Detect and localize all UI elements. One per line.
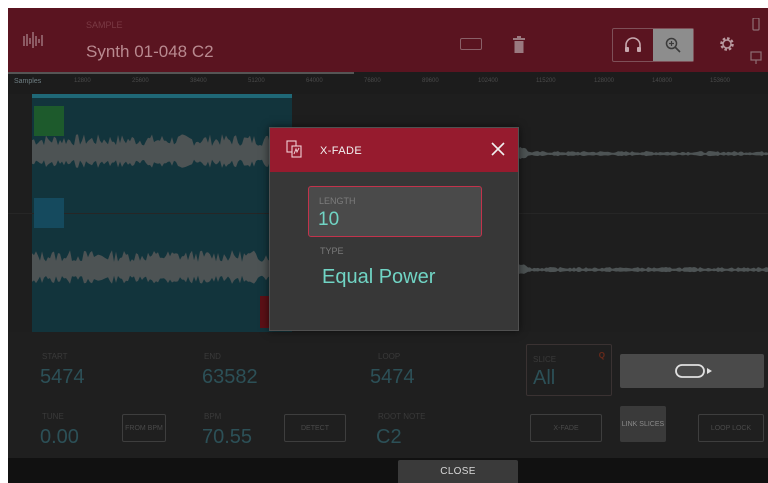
zoom-icon [665, 37, 681, 53]
ruler-tick: 25600 [132, 78, 149, 84]
view-toggle [612, 28, 694, 62]
ruler-tick: 128000 [594, 78, 615, 84]
gear-icon[interactable] [718, 35, 736, 53]
type-value[interactable]: Equal Power [322, 266, 435, 289]
xfade-icon [286, 140, 302, 158]
headphones-icon [625, 37, 641, 52]
length-field[interactable]: LENGTH 10 [308, 186, 482, 237]
ruler-tick: 38400 [190, 78, 207, 84]
waveform-icon [23, 32, 43, 48]
slice-value: All [533, 367, 556, 389]
close-icon[interactable] [490, 141, 506, 157]
ruler-tick: 102400 [478, 78, 499, 84]
ruler-tick: 51200 [248, 78, 265, 84]
top-bar: SAMPLE Synth 01-048 C2 [8, 8, 768, 72]
tune-label: TUNE [42, 412, 64, 421]
loop-value[interactable]: 5474 [370, 366, 415, 389]
sample-edit-screen: SAMPLE Synth 01-048 C2 Samples 12800 256… [8, 8, 768, 483]
end-value[interactable]: 63582 [202, 366, 258, 389]
slice-selector[interactable]: SLICE Q All [526, 344, 612, 396]
ruler-tick: 89600 [422, 78, 439, 84]
sample-name[interactable]: Synth 01-048 C2 [86, 42, 214, 62]
length-label: LENGTH [319, 196, 356, 206]
ruler-tick: 140800 [652, 78, 673, 84]
close-button[interactable]: CLOSE [398, 460, 518, 483]
start-label: START [42, 352, 68, 361]
status-icons [750, 18, 762, 64]
ruler-tick: 12800 [74, 78, 91, 84]
footer-bar: CLOSE [8, 458, 768, 483]
end-label: END [204, 352, 221, 361]
ruler-tick: 153600 [710, 78, 731, 84]
start-value[interactable]: 5474 [40, 366, 85, 389]
root-note-label: ROOT NOTE [378, 412, 426, 421]
bpm-value[interactable]: 70.55 [202, 426, 252, 449]
start-marker[interactable] [34, 106, 64, 136]
loop-marker[interactable] [34, 198, 64, 228]
xfade-dialog: X-FADE LENGTH 10 TYPE Equal Power [269, 127, 519, 331]
sample-section-label: SAMPLE [86, 20, 123, 30]
parameter-panel: START 5474 END 63582 LOOP 5474 SLICE Q A… [8, 332, 768, 458]
from-bpm-button[interactable]: FROM BPM [122, 414, 166, 442]
type-label: TYPE [320, 246, 344, 256]
ruler-tick: 64000 [306, 78, 323, 84]
ruler-unit-label: Samples [14, 78, 42, 85]
quantize-badge: Q [598, 351, 605, 360]
timeline-ruler[interactable]: Samples 12800 25600 38400 51200 64000 76… [8, 72, 768, 94]
headphones-toggle[interactable] [613, 29, 653, 61]
slice-label: SLICE [533, 355, 557, 364]
detect-button[interactable]: DETECT [284, 414, 346, 442]
keyboard-icon[interactable] [460, 38, 482, 50]
ruler-tick: 76800 [364, 78, 381, 84]
tune-value[interactable]: 0.00 [40, 426, 79, 449]
xfade-button[interactable]: X-FADE [530, 414, 602, 442]
dialog-title: X-FADE [320, 145, 363, 157]
zoom-toggle[interactable] [653, 29, 693, 61]
bpm-label: BPM [204, 412, 222, 421]
loop-play-icon [675, 364, 712, 378]
loop-label: LOOP [378, 352, 401, 361]
link-slices-button[interactable]: LINK SLICES [620, 406, 666, 442]
length-value: 10 [318, 209, 340, 230]
ruler-scroll-indicator [8, 72, 354, 74]
loop-play-button[interactable] [620, 354, 764, 388]
trash-icon[interactable] [513, 36, 525, 53]
loop-lock-button[interactable]: LOOP LOCK [698, 414, 764, 442]
ruler-tick: 115200 [536, 78, 556, 84]
root-note-value[interactable]: C2 [376, 426, 402, 449]
dialog-header: X-FADE [270, 128, 518, 172]
